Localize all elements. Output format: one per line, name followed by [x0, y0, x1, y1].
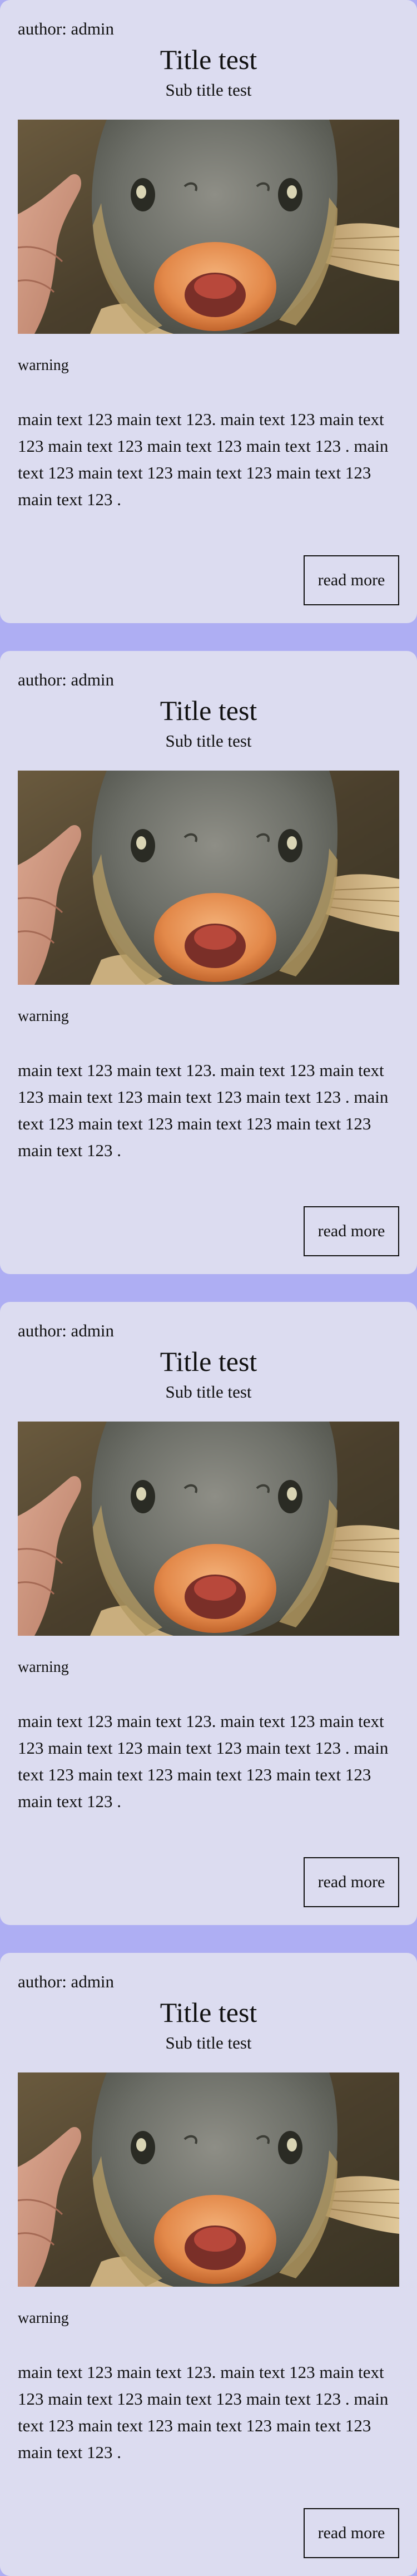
post-warning: warning [18, 2309, 69, 2327]
post-author: author: admin [18, 1972, 115, 1991]
post-card: author: admin Title test Sub title test … [0, 1302, 417, 1925]
post-title: Title test [160, 695, 257, 726]
post-title: Title test [160, 44, 257, 75]
read-more-button[interactable]: read more [304, 1857, 399, 1907]
post-title: Title test [160, 1997, 257, 2028]
post-warning: warning [18, 1659, 69, 1676]
post-image [18, 2072, 399, 2287]
post-image [18, 771, 399, 985]
post-subtitle: Sub title test [165, 1382, 252, 1401]
post-subtitle: Sub title test [165, 2033, 252, 2052]
post-card: author: admin Title test Sub title test … [0, 651, 417, 1274]
post-image [18, 120, 399, 334]
post-warning: warning [18, 357, 69, 374]
post-main-text: main text 123 main text 123. main text 1… [18, 1711, 389, 1811]
post-author: author: admin [18, 19, 115, 38]
post-subtitle: Sub title test [165, 80, 252, 100]
post-subtitle: Sub title test [165, 731, 252, 751]
post-main-text: main text 123 main text 123. main text 1… [18, 409, 389, 509]
post-title: Title test [160, 1346, 257, 1377]
post-author: author: admin [18, 670, 115, 689]
read-more-button[interactable]: read more [304, 2508, 399, 2558]
read-more-button[interactable]: read more [304, 555, 399, 605]
post-main-text: main text 123 main text 123. main text 1… [18, 1060, 389, 1160]
post-image [18, 1422, 399, 1636]
post-card: author: admin Title test Sub title test … [0, 1953, 417, 2576]
post-warning: warning [18, 1008, 69, 1025]
post-main-text: main text 123 main text 123. main text 1… [18, 2362, 389, 2462]
post-card: author: admin Title test Sub title test … [0, 0, 417, 623]
post-author: author: admin [18, 1321, 115, 1340]
read-more-button[interactable]: read more [304, 1206, 399, 1256]
